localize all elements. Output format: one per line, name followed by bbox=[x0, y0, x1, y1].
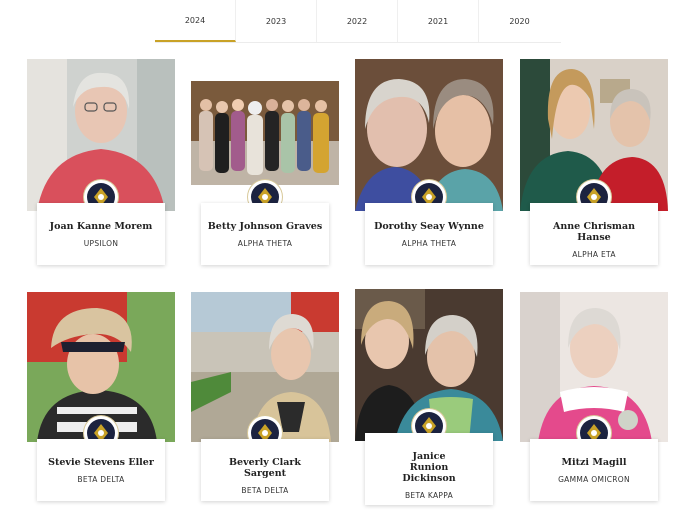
tab-2023[interactable]: 2023 bbox=[236, 0, 317, 42]
tab-2020[interactable]: 2020 bbox=[479, 0, 560, 42]
member-name: Mitzi Magill bbox=[561, 457, 627, 468]
member-label: Beverly Clark Sargent BETA DELTA bbox=[201, 439, 329, 501]
member-chapter: ALPHA THETA bbox=[237, 239, 293, 248]
member-chapter: BETA KAPPA bbox=[404, 491, 453, 500]
member-card[interactable]: Mitzi Magill GAMMA OMICRON bbox=[520, 292, 668, 506]
member-chapter: ALPHA THETA bbox=[401, 239, 457, 248]
member-name: Stevie Stevens Eller bbox=[48, 457, 154, 468]
member-label: Dorothy Seay Wynne ALPHA THETA bbox=[365, 203, 493, 265]
member-name: Beverly Clark Sargent bbox=[229, 457, 301, 479]
member-card[interactable]: Stevie Stevens Eller BETA DELTA bbox=[27, 292, 175, 506]
member-chapter: BETA DELTA bbox=[77, 475, 125, 484]
member-label: Anne Chrisman Hanse ALPHA ETA bbox=[530, 203, 658, 265]
member-card[interactable]: Beverly Clark Sargent BETA DELTA bbox=[191, 292, 339, 506]
member-name: Anne Chrisman Hanse bbox=[552, 221, 636, 243]
member-name: Dorothy Seay Wynne bbox=[374, 221, 484, 232]
member-label: Joan Kanne Morem UPSILON bbox=[37, 203, 165, 265]
member-card[interactable]: Janice Runion Dickinson BETA KAPPA bbox=[355, 289, 503, 507]
member-label: Stevie Stevens Eller BETA DELTA bbox=[37, 439, 165, 501]
tab-2021[interactable]: 2021 bbox=[398, 0, 479, 42]
member-name: Betty Johnson Graves bbox=[207, 221, 323, 232]
member-chapter: ALPHA ETA bbox=[572, 250, 616, 259]
member-photo bbox=[191, 81, 339, 185]
member-label: Janice Runion Dickinson BETA KAPPA bbox=[365, 433, 493, 505]
member-card[interactable]: Anne Chrisman Hanse ALPHA ETA bbox=[520, 59, 668, 266]
tab-2022[interactable]: 2022 bbox=[317, 0, 398, 42]
tab-2024[interactable]: 2024 bbox=[155, 0, 236, 42]
member-label: Mitzi Magill GAMMA OMICRON bbox=[530, 439, 658, 501]
member-name: Janice Runion Dickinson bbox=[402, 451, 456, 484]
member-card[interactable]: Dorothy Seay Wynne ALPHA THETA bbox=[355, 59, 503, 266]
member-card[interactable]: Betty Johnson Graves ALPHA THETA bbox=[191, 59, 339, 266]
year-tabs: 2024 2023 2022 2021 2020 bbox=[155, 0, 561, 43]
member-chapter: UPSILON bbox=[83, 239, 119, 248]
member-card[interactable]: Joan Kanne Morem UPSILON bbox=[27, 59, 175, 266]
member-chapter: GAMMA OMICRON bbox=[558, 475, 630, 484]
member-name: Joan Kanne Morem bbox=[49, 221, 153, 232]
member-label: Betty Johnson Graves ALPHA THETA bbox=[201, 203, 329, 265]
member-chapter: BETA DELTA bbox=[241, 486, 289, 495]
